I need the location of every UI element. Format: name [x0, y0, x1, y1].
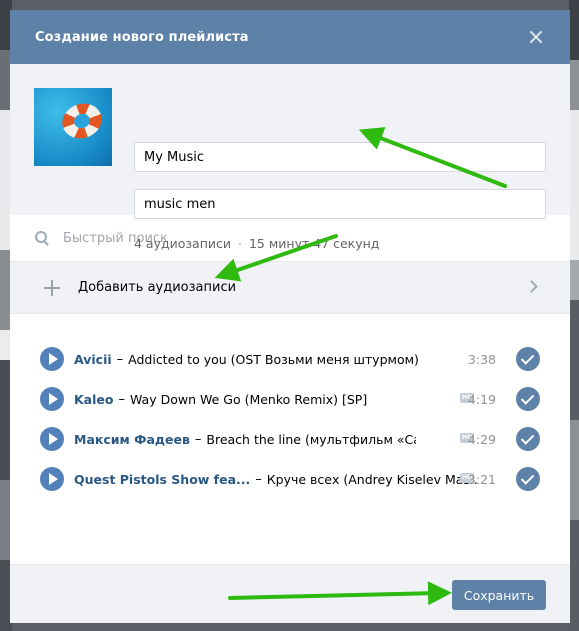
- close-icon[interactable]: [527, 28, 545, 46]
- track-row: Avicii – Addicted to you (OST Возьми мен…: [10, 339, 570, 379]
- track-title: Breach the line (мультфильм «Савва.Се...: [206, 431, 416, 447]
- modal-title: Создание нового плейлиста: [35, 29, 249, 45]
- playlist-description-input[interactable]: music men: [134, 189, 546, 219]
- track-separator: –: [116, 351, 124, 367]
- track-duration: 3:21: [467, 471, 496, 487]
- track-separator: –: [194, 431, 202, 447]
- track-title: Addicted to you (OST Возьми меня штурмом…: [128, 351, 419, 367]
- track-row: Максим Фадеев – Breach the line (мультфи…: [10, 419, 570, 459]
- track-duration: 4:29: [467, 431, 496, 447]
- check-icon[interactable]: [516, 427, 540, 451]
- modal-header: Создание нового плейлиста: [10, 10, 570, 64]
- create-playlist-modal: Создание нового плейлиста My Music music…: [10, 10, 570, 623]
- chevron-right-icon: [525, 280, 538, 293]
- track-artist[interactable]: Максим Фадеев: [74, 432, 190, 447]
- add-tracks-button[interactable]: Добавить аудиозаписи: [10, 262, 570, 314]
- track-artist[interactable]: Avicii: [74, 352, 112, 367]
- check-icon[interactable]: [516, 387, 540, 411]
- track-row: Quest Pistols Show fea... – Круче всех (…: [10, 459, 570, 499]
- modal-footer: Сохранить: [10, 564, 570, 623]
- playlist-name-input[interactable]: My Music: [134, 142, 546, 172]
- total-duration: 15 минут 47 секунд: [248, 236, 380, 251]
- track-title: Way Down We Go (Menko Remix) [SP]: [129, 391, 368, 407]
- playlist-info: My Music music men 4 аудиозаписи · 15 мину…: [10, 64, 570, 251]
- play-icon[interactable]: [40, 347, 64, 371]
- meta-separator: ·: [238, 236, 242, 251]
- add-tracks-label: Добавить аудиозаписи: [78, 280, 237, 295]
- play-icon[interactable]: [40, 387, 64, 411]
- playlist-cover-image[interactable]: [34, 88, 112, 166]
- lifebuoy-image: [57, 98, 107, 144]
- track-count: 4 аудиозаписи: [134, 236, 231, 251]
- plus-icon: [44, 279, 60, 296]
- track-duration: 4:19: [467, 391, 496, 407]
- check-icon[interactable]: [516, 347, 540, 371]
- track-separator: –: [118, 391, 125, 407]
- play-icon[interactable]: [40, 427, 64, 451]
- check-icon[interactable]: [516, 467, 540, 491]
- play-icon[interactable]: [40, 467, 64, 491]
- save-button[interactable]: Сохранить: [452, 580, 546, 610]
- track-artist[interactable]: Kaleo: [74, 392, 113, 407]
- page-backdrop-right: [569, 0, 579, 631]
- track-list: Avicii – Addicted to you (OST Возьми мен…: [10, 314, 570, 499]
- track-title: Круче всех (Andrey Kiselev Mas...: [266, 471, 477, 487]
- track-row: Kaleo – Way Down We Go (Menko Remix) [SP…: [10, 379, 570, 419]
- track-separator: –: [255, 471, 262, 487]
- track-duration: 3:38: [467, 351, 496, 367]
- playlist-meta: 4 аудиозаписи · 15 минут 47 секунд: [134, 236, 379, 251]
- track-artist[interactable]: Quest Pistols Show fea...: [74, 472, 250, 487]
- search-icon: [35, 231, 49, 245]
